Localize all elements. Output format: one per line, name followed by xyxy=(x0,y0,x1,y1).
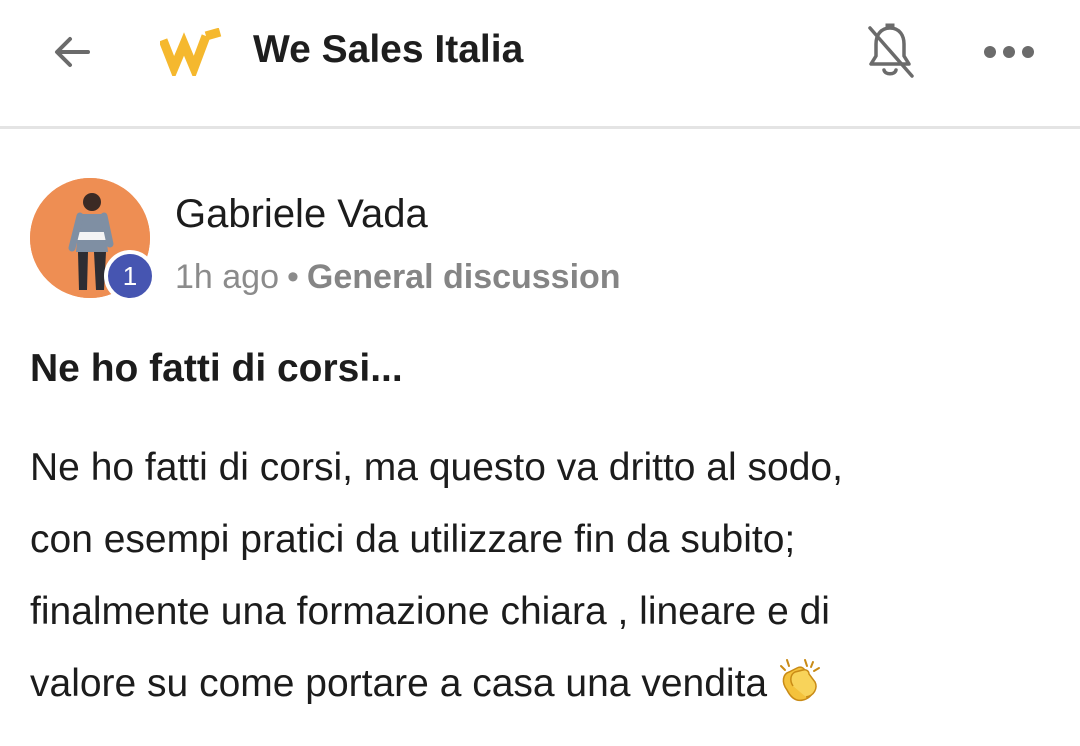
more-options-button[interactable] xyxy=(978,28,1040,76)
we-sales-logo xyxy=(158,27,224,81)
more-horizontal-icon xyxy=(984,46,1034,58)
back-button[interactable] xyxy=(44,24,100,80)
app-bar: We Sales Italia xyxy=(0,0,1080,129)
channel-link[interactable]: General discussion xyxy=(307,258,621,296)
mute-notifications-button[interactable] xyxy=(860,20,920,84)
post-body-line: finalmente una formazione chiara , linea… xyxy=(30,590,830,633)
post-body-line: con esempi pratici da utilizzare fin da … xyxy=(30,518,796,561)
author-name[interactable]: Gabriele Vada xyxy=(175,188,428,240)
post-title: Ne ho fatti di corsi... xyxy=(30,347,403,390)
group-title: We Sales Italia xyxy=(253,28,524,71)
meta-separator: • xyxy=(287,258,299,296)
post-body-line: valore su come portare a casa una vendit… xyxy=(30,662,768,705)
post-body: Ne ho fatti di corsi, ma questo va dritt… xyxy=(30,432,1060,720)
post-body-line: Ne ho fatti di corsi, ma questo va dritt… xyxy=(30,446,843,489)
clapping-hands-icon xyxy=(780,659,821,702)
post-meta: 1h ago • General discussion xyxy=(175,252,621,302)
arrow-left-icon xyxy=(55,37,90,67)
level-badge: 1 xyxy=(104,250,156,302)
post-time: 1h ago xyxy=(175,258,279,296)
post-body-line-last: valore su come portare a casa una vendit… xyxy=(30,648,1060,720)
bell-off-icon xyxy=(868,23,914,78)
